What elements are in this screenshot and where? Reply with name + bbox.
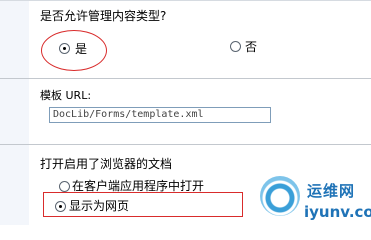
left-column bbox=[0, 0, 29, 225]
top-divider bbox=[0, 0, 371, 1]
content-type-question: 是否允许管理内容类型? bbox=[40, 9, 167, 23]
watermark-domain: iyunv.com bbox=[304, 203, 371, 221]
no-radio[interactable] bbox=[230, 41, 241, 52]
template-url-field[interactable]: DocLib/Forms/template.xml bbox=[49, 107, 271, 123]
browser-docs-question: 打开启用了浏览器的文档 bbox=[40, 157, 173, 171]
watermark-logo-icon bbox=[260, 176, 300, 216]
section-divider bbox=[0, 144, 371, 145]
template-url-label: 模板 URL: bbox=[40, 89, 92, 102]
open-in-client-label: 在客户端应用程序中打开 bbox=[72, 179, 205, 193]
open-in-client-radio[interactable] bbox=[59, 181, 70, 192]
highlight-rectangle bbox=[43, 192, 243, 217]
watermark: 运维网 iyunv.com bbox=[260, 174, 371, 222]
highlight-ellipse bbox=[41, 30, 107, 71]
no-label: 否 bbox=[245, 40, 258, 54]
watermark-brand: 运维网 bbox=[307, 182, 356, 200]
section-divider bbox=[0, 78, 371, 79]
